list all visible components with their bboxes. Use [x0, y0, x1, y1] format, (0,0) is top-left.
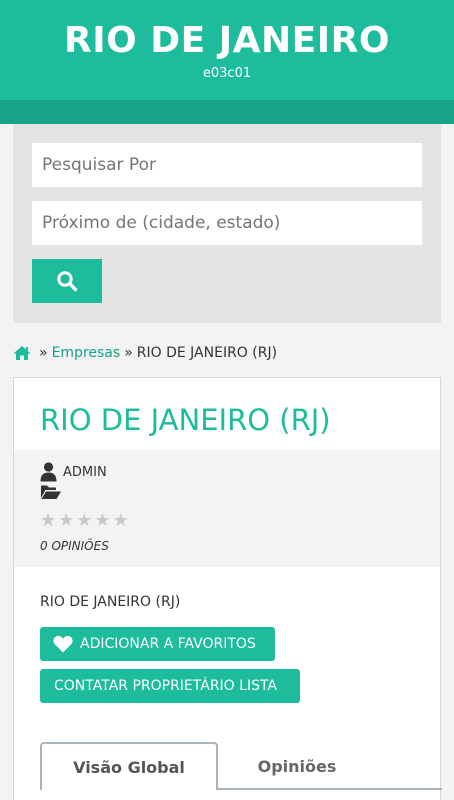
user-icon [40, 462, 57, 482]
star-icon[interactable]: ★ [40, 511, 56, 531]
breadcrumb-separator: » [124, 345, 133, 361]
page-title: RIO DE JANEIRO [64, 20, 390, 61]
search-icon [57, 271, 78, 292]
breadcrumb: » Empresas » RIO DE JANEIRO (RJ) [13, 343, 277, 363]
contact-owner-button[interactable]: CONTATAR PROPRIETÁRIO LISTA [40, 669, 300, 703]
search-button[interactable] [32, 259, 102, 303]
contact-owner-label: CONTATAR PROPRIETÁRIO LISTA [54, 678, 278, 694]
listing-meta: ADMIN ★ ★ ★ ★ ★ 0 OPINIÕES [14, 450, 440, 567]
breadcrumb-current: RIO DE JANEIRO (RJ) [136, 345, 278, 361]
star-icon[interactable]: ★ [94, 511, 110, 531]
reviews-count: 0 OPINIÕES [40, 539, 109, 553]
listing-tabs: Visão Global Opiniões [40, 742, 442, 790]
folder-open-icon [41, 485, 61, 499]
heart-icon [53, 635, 73, 653]
home-icon[interactable] [13, 345, 31, 361]
listing-author: ADMIN [63, 465, 107, 480]
company-name: RIO DE JANEIRO (RJ) [40, 594, 181, 610]
tab-opinioes[interactable]: Opiniões [222, 742, 372, 790]
page-subtitle: e03c01 [202, 66, 252, 81]
add-favorite-label: ADICIONAR A FAVORITOS [80, 636, 256, 652]
breadcrumb-separator: » [39, 345, 48, 361]
breadcrumb-link-empresas[interactable]: Empresas [52, 345, 121, 361]
location-input[interactable] [32, 201, 422, 245]
star-icon[interactable]: ★ [76, 511, 92, 531]
rating-stars[interactable]: ★ ★ ★ ★ ★ [40, 511, 129, 531]
add-favorite-button[interactable]: ADICIONAR A FAVORITOS [40, 627, 275, 661]
listing-card: RIO DE JANEIRO (RJ) ADMIN ★ ★ ★ ★ ★ 0 OP… [13, 377, 442, 800]
tab-visao-global[interactable]: Visão Global [40, 742, 218, 790]
app-header: RIO DE JANEIRO e03c01 [0, 0, 454, 100]
search-panel [13, 124, 441, 323]
listing-title: RIO DE JANEIRO (RJ) [40, 403, 331, 437]
star-icon[interactable]: ★ [113, 511, 129, 531]
header-bar [0, 100, 454, 124]
star-icon[interactable]: ★ [58, 511, 74, 531]
search-input[interactable] [32, 143, 422, 187]
